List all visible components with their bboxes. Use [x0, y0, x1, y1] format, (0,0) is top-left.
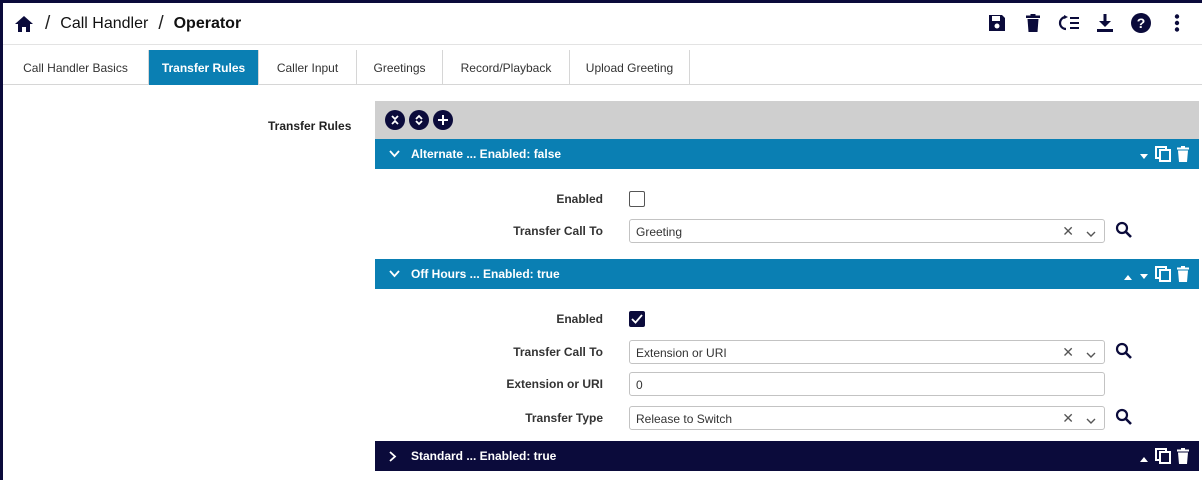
tab-upload-greeting[interactable]: Upload Greeting — [570, 50, 690, 85]
transfer-rules-label: Transfer Rules — [268, 119, 352, 133]
clear-icon[interactable]: ✕ — [1062, 410, 1074, 427]
tab-bar: Call Handler Basics Transfer Rules Calle… — [3, 50, 1202, 85]
search-icon[interactable] — [1115, 342, 1133, 360]
copy-icon[interactable] — [1155, 266, 1171, 285]
select-controls: ✕ — [1062, 344, 1096, 361]
move-up-icon[interactable] — [1123, 269, 1133, 283]
extension-label: Extension or URI — [506, 377, 603, 391]
transfer-call-to-select[interactable]: Greeting ✕ — [629, 219, 1105, 243]
copy-icon[interactable] — [1155, 448, 1171, 467]
enabled-checkbox[interactable] — [629, 311, 645, 327]
select-controls: ✕ — [1062, 223, 1096, 240]
delete-rule-icon[interactable] — [1177, 448, 1189, 467]
rule-tools — [1139, 448, 1189, 467]
transfer-call-to-label: Transfer Call To — [513, 224, 603, 238]
rule-body-off-hours: Enabled Transfer Call To Extension or UR… — [375, 289, 1199, 441]
rule-header-standard[interactable]: Standard ... Enabled: true — [375, 441, 1199, 471]
transfer-rules-panel: Alternate ... Enabled: false Enabled Tra… — [375, 101, 1199, 471]
rule-tools — [1123, 266, 1189, 285]
clear-icon[interactable]: ✕ — [1062, 344, 1074, 361]
chevron-down-icon[interactable] — [389, 270, 401, 278]
rules-toolbar — [375, 101, 1199, 139]
chevron-down-icon[interactable] — [389, 150, 401, 158]
download-icon[interactable] — [1094, 12, 1116, 34]
tab-call-handler-basics[interactable]: Call Handler Basics — [3, 50, 149, 85]
tab-greetings[interactable]: Greetings — [357, 50, 443, 85]
rule-header-off-hours[interactable]: Off Hours ... Enabled: true — [375, 259, 1199, 289]
tab-transfer-rules[interactable]: Transfer Rules — [149, 50, 259, 85]
home-icon[interactable] — [13, 13, 35, 35]
select-value: Extension or URI — [636, 346, 727, 360]
rule-title: Alternate ... Enabled: false — [411, 147, 562, 161]
transfer-type-row: Transfer Type Release to Switch ✕ — [375, 406, 1199, 430]
copy-icon[interactable] — [1155, 146, 1171, 165]
rule-tools — [1139, 146, 1189, 165]
header-bar: / Call Handler / Operator ? — [3, 3, 1202, 45]
breadcrumb-operator: Operator — [173, 14, 242, 32]
breadcrumb-separator: / — [158, 12, 164, 34]
rule-title: Off Hours ... Enabled: true — [411, 267, 560, 281]
transfer-call-to-label: Transfer Call To — [513, 345, 603, 359]
app-frame: / Call Handler / Operator ? Call Handler… — [0, 0, 1202, 480]
move-down-icon[interactable] — [1139, 149, 1149, 163]
select-value: Release to Switch — [636, 412, 733, 426]
rule-title: Standard ... Enabled: true — [411, 449, 557, 463]
tab-record-playback[interactable]: Record/Playback — [443, 50, 570, 85]
search-icon[interactable] — [1115, 221, 1133, 239]
breadcrumb-separator: / — [45, 12, 51, 34]
enabled-label: Enabled — [556, 192, 603, 206]
transfer-call-to-row: Transfer Call To Extension or URI ✕ — [375, 340, 1199, 364]
chevron-down-icon[interactable] — [1086, 411, 1096, 427]
chevron-down-icon[interactable] — [1086, 345, 1096, 361]
chevron-right-icon[interactable] — [389, 450, 401, 462]
select-value: Greeting — [636, 225, 683, 239]
add-rule-icon[interactable] — [433, 110, 453, 130]
delete-rule-icon[interactable] — [1177, 146, 1189, 165]
transfer-type-label: Transfer Type — [525, 411, 603, 425]
extension-input[interactable]: 0 — [629, 372, 1105, 396]
transfer-call-to-row: Transfer Call To Greeting ✕ — [375, 219, 1199, 243]
collapse-all-icon[interactable] — [385, 110, 405, 130]
expand-all-icon[interactable] — [409, 110, 429, 130]
header-toolbar: ? — [986, 12, 1188, 34]
move-up-icon[interactable] — [1139, 451, 1149, 465]
tab-caller-input[interactable]: Caller Input — [259, 50, 357, 85]
chevron-down-icon[interactable] — [1086, 224, 1096, 240]
rule-body-alternate: Enabled Transfer Call To Greeting ✕ — [375, 169, 1199, 259]
select-controls: ✕ — [1062, 410, 1096, 427]
breadcrumb-call-handler[interactable]: Call Handler — [60, 15, 148, 33]
clear-icon[interactable]: ✕ — [1062, 223, 1074, 240]
reorder-icon[interactable] — [1058, 12, 1080, 34]
enabled-checkbox[interactable] — [629, 191, 645, 207]
transfer-type-select[interactable]: Release to Switch ✕ — [629, 406, 1105, 430]
delete-rule-icon[interactable] — [1177, 266, 1189, 285]
enabled-row: Enabled — [375, 187, 1199, 211]
save-icon[interactable] — [986, 12, 1008, 34]
rule-header-alternate[interactable]: Alternate ... Enabled: false — [375, 139, 1199, 169]
extension-row: Extension or URI 0 — [375, 372, 1199, 396]
delete-icon[interactable] — [1022, 12, 1044, 34]
enabled-row: Enabled — [375, 307, 1199, 331]
svg-text:?: ? — [1137, 15, 1146, 31]
move-down-icon[interactable] — [1139, 269, 1149, 283]
search-icon[interactable] — [1115, 408, 1133, 426]
help-icon[interactable]: ? — [1130, 12, 1152, 34]
enabled-label: Enabled — [556, 312, 603, 326]
transfer-call-to-select[interactable]: Extension or URI ✕ — [629, 340, 1105, 364]
more-icon[interactable] — [1166, 12, 1188, 34]
